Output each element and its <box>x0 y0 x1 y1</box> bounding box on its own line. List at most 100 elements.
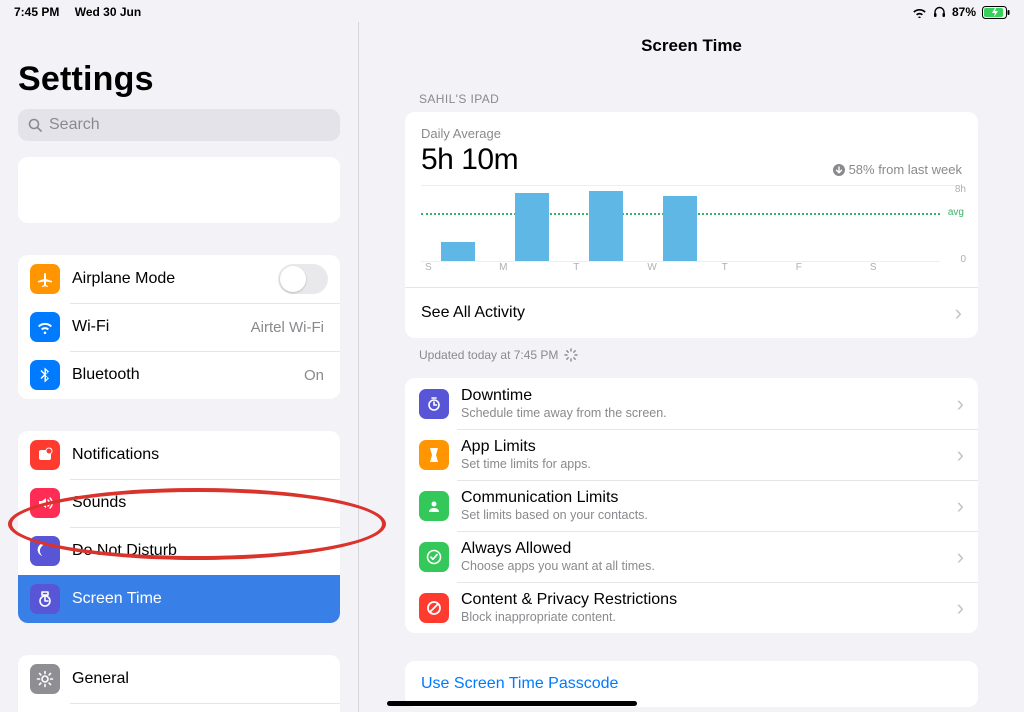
content-pane: Screen Time SAHIL'S IPAD Daily Average 5… <box>359 22 1024 712</box>
notifications-icon <box>30 440 60 470</box>
sidebar-item-label: Screen Time <box>72 590 328 608</box>
chart-bar-col <box>569 186 643 261</box>
dnd-icon <box>30 536 60 566</box>
option-title: Content & Privacy Restrictions <box>461 591 957 609</box>
status-bar: 7:45 PM Wed 30 Jun 87% <box>0 0 1024 22</box>
option-row-commlimits[interactable]: Communication LimitsSet limits based on … <box>405 480 978 531</box>
option-desc: Block inappropriate content. <box>461 610 957 624</box>
wifi-icon <box>30 312 60 342</box>
option-row-always[interactable]: Always AllowedChoose apps you want at al… <box>405 531 978 582</box>
chart-x-label: T <box>569 262 643 275</box>
sidebar-item-label: Notifications <box>72 446 328 464</box>
sidebar-item-dnd[interactable]: Do Not Disturb <box>18 527 340 575</box>
see-all-activity-row[interactable]: See All Activity › <box>405 287 978 338</box>
chart-x-label: F <box>792 262 866 275</box>
usage-chart-card: Daily Average 5h 10m 58% from last week … <box>405 112 978 338</box>
sidebar-item-label: Wi-Fi <box>72 318 251 336</box>
chart-bar-col <box>866 186 940 261</box>
sidebar-item-wifi[interactable]: Wi-FiAirtel Wi-Fi <box>18 303 340 351</box>
row-value: Airtel Wi-Fi <box>251 319 324 336</box>
chevron-right-icon: › <box>957 393 964 415</box>
sidebar-item-screentime[interactable]: Screen Time <box>18 575 340 623</box>
sidebar-item-label: Airplane Mode <box>72 270 278 288</box>
search-icon <box>28 118 43 133</box>
chart-bar-col <box>718 186 792 261</box>
chart-bar <box>441 242 475 261</box>
chart-bar-col <box>421 186 495 261</box>
usage-bar-chart: 8h 0 avg SMTWTFS <box>421 185 962 275</box>
sidebar-item-label: Do Not Disturb <box>72 542 328 560</box>
commlimits-icon <box>419 491 449 521</box>
chevron-right-icon: › <box>955 302 962 324</box>
chart-x-label: S <box>421 262 495 275</box>
bluetooth-icon <box>30 360 60 390</box>
restrictions-icon <box>419 593 449 623</box>
spinner-icon <box>564 348 578 362</box>
option-desc: Schedule time away from the screen. <box>461 406 957 420</box>
sidebar-item-label: Sounds <box>72 494 328 512</box>
chart-x-label: S <box>866 262 940 275</box>
chart-bar-col <box>643 186 717 261</box>
sounds-icon <box>30 488 60 518</box>
sidebar-item-label: Bluetooth <box>72 366 304 384</box>
chart-bar-col <box>495 186 569 261</box>
chart-bar <box>589 191 623 261</box>
chart-bar <box>515 193 549 261</box>
chart-bar-col <box>792 186 866 261</box>
chart-x-label: M <box>495 262 569 275</box>
downtime-icon <box>419 389 449 419</box>
daily-average-delta: 58% from last week <box>833 162 962 177</box>
screentime-icon <box>30 584 60 614</box>
status-right: 87% <box>912 5 1010 19</box>
option-row-applimits[interactable]: App LimitsSet time limits for apps.› <box>405 429 978 480</box>
always-icon <box>419 542 449 572</box>
option-desc: Choose apps you want at all times. <box>461 559 957 573</box>
daily-average-label: Daily Average <box>421 126 962 141</box>
apple-id-card[interactable] <box>18 157 340 223</box>
chart-bar <box>663 196 697 261</box>
airplane-icon <box>30 264 60 294</box>
status-date: Wed 30 Jun <box>75 5 141 19</box>
page-title: Screen Time <box>405 22 978 92</box>
row-value: On <box>304 367 324 384</box>
general-icon <box>30 664 60 694</box>
headphones-icon <box>933 6 946 18</box>
search-placeholder: Search <box>49 116 100 134</box>
down-arrow-icon <box>833 164 845 176</box>
home-indicator <box>387 701 637 706</box>
status-time: 7:45 PM <box>14 5 59 19</box>
option-title: Communication Limits <box>461 489 957 507</box>
sidebar-item-controlcentre[interactable]: Control Centre <box>18 703 340 712</box>
device-header: SAHIL'S IPAD <box>419 92 978 106</box>
airplane-toggle[interactable] <box>278 264 328 294</box>
chevron-right-icon: › <box>957 495 964 517</box>
sidebar-item-bluetooth[interactable]: BluetoothOn <box>18 351 340 399</box>
sidebar-item-general[interactable]: General <box>18 655 340 703</box>
sidebar-item-notifications[interactable]: Notifications <box>18 431 340 479</box>
chart-x-label: T <box>718 262 792 275</box>
wifi-icon <box>912 7 927 18</box>
chevron-right-icon: › <box>957 597 964 619</box>
option-row-restrictions[interactable]: Content & Privacy RestrictionsBlock inap… <box>405 582 978 633</box>
daily-average-value: 5h 10m <box>421 143 518 177</box>
screen-time-options-card: DowntimeSchedule time away from the scre… <box>405 378 978 633</box>
chevron-right-icon: › <box>957 546 964 568</box>
status-left: 7:45 PM Wed 30 Jun <box>14 5 153 19</box>
updated-label: Updated today at 7:45 PM <box>419 348 978 362</box>
sidebar-item-airplane[interactable]: Airplane Mode <box>18 255 340 303</box>
chart-x-label: W <box>643 262 717 275</box>
option-row-downtime[interactable]: DowntimeSchedule time away from the scre… <box>405 378 978 429</box>
option-title: App Limits <box>461 438 957 456</box>
chevron-right-icon: › <box>957 444 964 466</box>
battery-percent: 87% <box>952 5 976 19</box>
battery-icon <box>982 6 1010 19</box>
settings-sidebar: Settings Search Airplane Mode Wi-FiAirtel… <box>0 22 359 712</box>
sidebar-item-sounds[interactable]: Sounds <box>18 479 340 527</box>
option-desc: Set limits based on your contacts. <box>461 508 957 522</box>
option-desc: Set time limits for apps. <box>461 457 957 471</box>
applimits-icon <box>419 440 449 470</box>
option-title: Always Allowed <box>461 540 957 558</box>
sidebar-item-label: General <box>72 670 328 688</box>
settings-title: Settings <box>18 60 340 99</box>
search-input[interactable]: Search <box>18 109 340 141</box>
